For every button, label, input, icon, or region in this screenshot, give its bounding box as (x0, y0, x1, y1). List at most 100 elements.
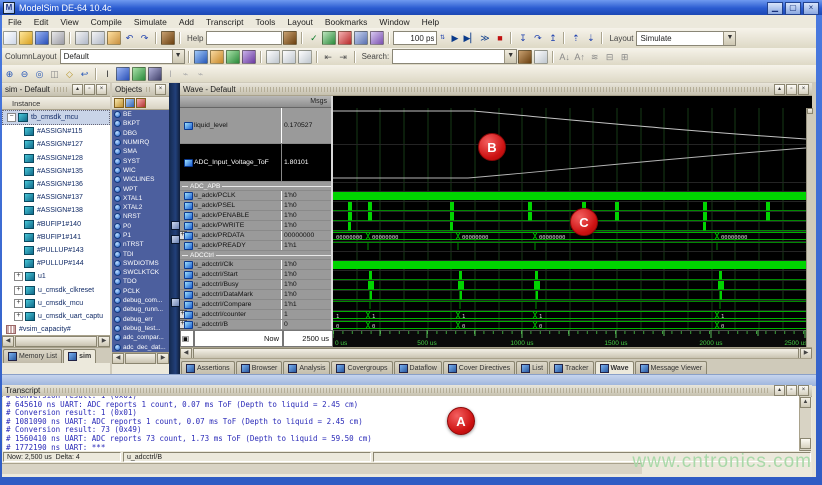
scroll-left-icon[interactable]: ◀ (2, 336, 14, 347)
wave-signal-row[interactable]: + u_adck/PSEL 1'h0 (180, 201, 331, 211)
dock-tab[interactable]: Cover Directives (443, 361, 515, 375)
insert-divider-icon[interactable] (242, 50, 256, 64)
object-item[interactable]: XTAL1 (112, 194, 169, 203)
add-wave-icon[interactable] (194, 50, 208, 64)
wave-signal-row[interactable]: + u_adcctrl/counter 1 (180, 310, 331, 320)
zoom-range-icon[interactable]: ◫ (48, 68, 61, 80)
object-item[interactable]: BE (112, 110, 169, 119)
close-icon[interactable]: × (798, 385, 809, 396)
find-icon[interactable] (161, 31, 175, 45)
sort-descending-icon[interactable]: A↑ (573, 51, 586, 63)
next-transition-icon[interactable]: ⇥ (337, 51, 350, 63)
time-resolution-input[interactable] (393, 31, 437, 45)
chevron-down-icon[interactable]: ▼ (172, 50, 184, 63)
transcript-log[interactable]: # Conversion result: 1 (0x01)# 645610 ns… (3, 396, 803, 451)
cut-icon[interactable] (75, 31, 89, 45)
dock-tab[interactable]: Dataflow (394, 361, 442, 375)
new-file-icon[interactable] (3, 31, 17, 45)
object-item[interactable]: BKPT (112, 119, 169, 128)
search-options-icon[interactable] (534, 50, 548, 64)
msgs-column-header[interactable]: Msgs (310, 98, 327, 105)
menu-item[interactable]: Compile (85, 17, 128, 27)
scroll-left-icon[interactable]: ◀ (112, 353, 124, 364)
object-item[interactable]: debug_runn... (112, 305, 169, 314)
menu-item[interactable]: Layout (281, 17, 319, 27)
tree-item[interactable]: + #PULLUP#143 (2, 244, 110, 257)
wave-signal-row[interactable]: + u_adcctrl/Compare 1'h1 (180, 300, 331, 310)
wave-signal-row[interactable]: + u_adcctrl/Clk 1'h0 (180, 260, 331, 270)
italic-icon[interactable]: I (164, 68, 177, 80)
zoom-in-icon[interactable]: ⊕ (3, 68, 16, 80)
tree-item[interactable]: + #ASSIGN#138 (2, 204, 110, 217)
tree-item[interactable]: + #BUFIP1#141 (2, 231, 110, 244)
collapse-all-icon[interactable]: ⊟ (603, 51, 616, 63)
lock-icon[interactable] (282, 50, 296, 64)
wave-signal-row[interactable]: + u_adcctrl/Start 1'h0 (180, 270, 331, 280)
dock-tab[interactable]: List (516, 361, 548, 375)
print-icon[interactable] (51, 31, 65, 45)
dock-tab[interactable]: Message Viewer (635, 361, 708, 375)
wave-signal-row[interactable]: + u_adck/PWRITE 1'h0 (180, 221, 331, 231)
run-icon[interactable]: ▶ (448, 32, 461, 44)
menu-item[interactable]: View (54, 17, 84, 27)
close-icon[interactable]: × (96, 84, 107, 95)
expand-icon[interactable]: + (14, 272, 23, 281)
scroll-right-icon[interactable]: ▶ (157, 353, 169, 364)
tree-item[interactable]: + u_cmsdk_mcu (2, 297, 110, 310)
zoom-cursor-icon[interactable]: ◇ (63, 68, 76, 80)
chevron-down-icon[interactable]: ▼ (504, 50, 516, 63)
wave-signal-row[interactable]: + ADC_APB (180, 182, 331, 191)
object-item[interactable]: debug_err (112, 315, 169, 324)
dock-icon[interactable]: ▴ (774, 385, 785, 396)
object-item[interactable]: TDI (112, 249, 169, 258)
object-item[interactable]: nTRST (112, 240, 169, 249)
object-item[interactable]: NRST (112, 212, 169, 221)
step-back-icon[interactable]: ⇡ (569, 32, 582, 44)
menu-item[interactable]: Bookmarks (319, 17, 374, 27)
waveform-plot[interactable]: 00000000 00000000 00000000 00000000 0000… (333, 108, 806, 347)
ruler-icon[interactable] (298, 50, 312, 64)
tree-item[interactable]: + #ASSIGN#135 (2, 165, 110, 178)
wave-signal-row[interactable]: + ADCCtrl (180, 251, 331, 260)
object-item[interactable]: WICLINES (112, 175, 169, 184)
maximize-button[interactable]: ▢ (785, 2, 801, 15)
menu-item[interactable]: Add (173, 17, 200, 27)
tree-item[interactable]: + #PULLUP#144 (2, 257, 110, 270)
wave-signal-row[interactable]: + u_adcctrl/DataMark 1'h0 (180, 290, 331, 300)
pattern-icon[interactable] (148, 67, 162, 81)
save-icon[interactable] (35, 31, 49, 45)
environment-icon[interactable] (354, 31, 368, 45)
add-wave-group-icon[interactable] (226, 50, 240, 64)
menu-item[interactable]: Simulate (128, 17, 173, 27)
collapse-icon[interactable]: − (7, 113, 16, 122)
object-item[interactable]: PCLK (112, 287, 169, 296)
object-item[interactable]: DBG (112, 129, 169, 138)
instance-column-header[interactable]: Instance (2, 97, 110, 110)
run-all-icon[interactable]: ≫ (478, 32, 491, 44)
search-find-icon[interactable] (518, 50, 532, 64)
chevron-down-icon[interactable]: ▼ (723, 32, 735, 45)
filter-in-icon[interactable] (125, 98, 135, 108)
close-icon[interactable]: × (155, 84, 166, 95)
columnlayout-select[interactable]: Default ▼ (60, 49, 185, 64)
transcript-vertical-scrollbar[interactable]: ▲ ▼ (799, 396, 811, 451)
paste-icon[interactable] (107, 31, 121, 45)
select-cursor-icon[interactable]: I (101, 68, 114, 80)
float-icon[interactable]: ▫ (786, 84, 797, 95)
wave-signal-row[interactable]: + u_adck/PENABLE 1'h0 (180, 211, 331, 221)
previous-transition-icon[interactable]: ⇤ (322, 51, 335, 63)
transcript-horizontal-scrollbar[interactable] (2, 463, 642, 474)
tree-item[interactable]: + u1 (2, 270, 110, 283)
float-icon[interactable]: ▫ (84, 84, 95, 95)
scroll-up-icon[interactable]: ▲ (800, 397, 811, 408)
object-item[interactable]: WIC (112, 166, 169, 175)
wave-vertical-scrollbar[interactable] (806, 108, 813, 347)
sim-horizontal-scrollbar[interactable]: ◀ ▶ (2, 335, 110, 347)
object-item[interactable]: debug_test... (112, 324, 169, 333)
object-item[interactable]: TDO (112, 277, 169, 286)
wave-signal-row[interactable]: + u_adck/PCLK 1'h0 (180, 191, 331, 201)
wave-signal-row[interactable]: + u_adck/PREADY 1'h1 (180, 241, 331, 251)
wave-signal-row[interactable]: + u_adck/PRDATA 00000000 (180, 231, 331, 241)
object-item[interactable]: SWDIOTMS (112, 259, 169, 268)
link-icon[interactable]: ⌁ (179, 68, 192, 80)
